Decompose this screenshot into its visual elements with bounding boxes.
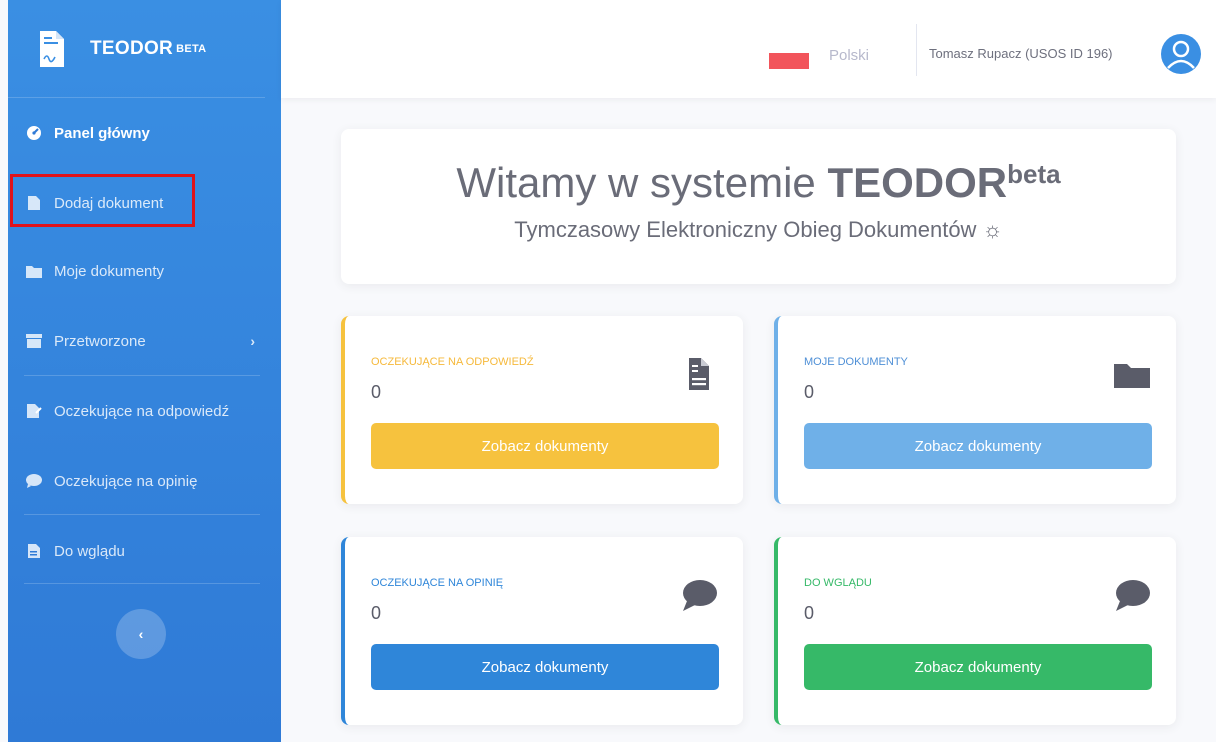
chevron-right-icon: › [250, 333, 255, 349]
sidebar: TEODOR BETA Panel główny Dodaj dokument … [8, 0, 281, 742]
title-prefix: Witamy w systemie [456, 159, 816, 206]
poland-flag-icon[interactable] [769, 41, 809, 69]
topbar: Polski Tomasz Rupacz (USOS ID 196) [281, 0, 1216, 98]
card-for-review: DO WGLĄDU 0 Zobacz dokumenty [774, 537, 1176, 725]
card-title: OCZEKUJĄCE NA OPINIĘ [371, 577, 504, 589]
file-signature-icon [689, 358, 709, 390]
gauge-icon [26, 125, 42, 141]
file-alt-icon [26, 543, 42, 559]
sidebar-toggle-button[interactable]: ‹ [116, 609, 166, 659]
sidebar-item-for-review[interactable]: Do wglądu [8, 536, 281, 566]
language-selector[interactable]: Polski [829, 47, 869, 64]
page-title: Witamy w systemie TEODORbeta [341, 159, 1176, 207]
card-awaiting-opinion: OCZEKUJĄCE NA OPINIĘ 0 Zobacz dokumenty [341, 537, 743, 725]
document-logo-icon [40, 30, 64, 67]
card-count: 0 [371, 382, 382, 402]
card-title: DO WGLĄDU [804, 577, 872, 589]
folder-icon [1114, 364, 1150, 388]
sidebar-item-label: Moje dokumenty [54, 262, 165, 280]
title-brand: TEODOR [827, 159, 1008, 206]
folder-icon [26, 263, 42, 279]
sidebar-item-label: Oczekujące na odpowiedź [54, 402, 230, 420]
page-subtitle: Tymczasowy Elektroniczny Obieg Dokumentó… [514, 217, 1003, 242]
file-signature-icon [26, 403, 42, 419]
sidebar-divider [24, 514, 260, 515]
view-documents-button[interactable]: Zobacz dokumenty [371, 423, 719, 469]
view-documents-button[interactable]: Zobacz dokumenty [804, 423, 1152, 469]
sidebar-item-awaiting-opinion[interactable]: Oczekujące na opinię [8, 466, 281, 496]
chevron-left-icon: ‹ [138, 626, 144, 642]
card-title: MOJE DOKUMENTY [804, 356, 908, 368]
welcome-card: Witamy w systemie TEODORbeta Tymczasowy … [341, 129, 1176, 284]
brand[interactable]: TEODOR BETA [8, 0, 265, 98]
sidebar-item-label: Panel główny [54, 124, 150, 142]
user-name[interactable]: Tomasz Rupacz (USOS ID 196) [929, 46, 1113, 61]
sidebar-item-label: Przetworzone [54, 332, 146, 350]
view-documents-button[interactable]: Zobacz dokumenty [804, 644, 1152, 690]
sidebar-item-my-documents[interactable]: Moje dokumenty [8, 256, 281, 286]
topbar-divider [916, 24, 917, 76]
highlight-box [10, 174, 195, 227]
title-sup: beta [1007, 159, 1061, 189]
sidebar-item-dashboard[interactable]: Panel główny [8, 118, 281, 148]
view-documents-button[interactable]: Zobacz dokumenty [371, 644, 719, 690]
comment-icon [1116, 580, 1150, 611]
card-title: OCZEKUJĄCE NA ODPOWIEDŹ [371, 356, 534, 368]
sidebar-item-processed[interactable]: Przetworzone › [8, 326, 281, 356]
sidebar-divider [24, 583, 260, 584]
user-icon [1167, 40, 1195, 69]
card-awaiting-response: OCZEKUJĄCE NA ODPOWIEDŹ 0 Zobacz dokumen… [341, 316, 743, 504]
brand-name: TEODOR [90, 37, 174, 59]
card-count: 0 [804, 382, 815, 402]
card-my-documents: MOJE DOKUMENTY 0 Zobacz dokumenty [774, 316, 1176, 504]
sidebar-item-label: Do wglądu [54, 542, 125, 560]
comment-icon [683, 580, 717, 611]
sidebar-item-label: Oczekujące na opinię [54, 472, 198, 490]
brand-badge: BETA [176, 42, 207, 55]
card-count: 0 [371, 603, 382, 623]
sidebar-item-awaiting-response[interactable]: Oczekujące na odpowiedź [8, 396, 281, 426]
card-count: 0 [804, 603, 815, 623]
comment-icon [26, 473, 42, 489]
sidebar-divider [24, 375, 260, 376]
avatar[interactable] [1161, 34, 1201, 74]
archive-icon [26, 333, 42, 349]
